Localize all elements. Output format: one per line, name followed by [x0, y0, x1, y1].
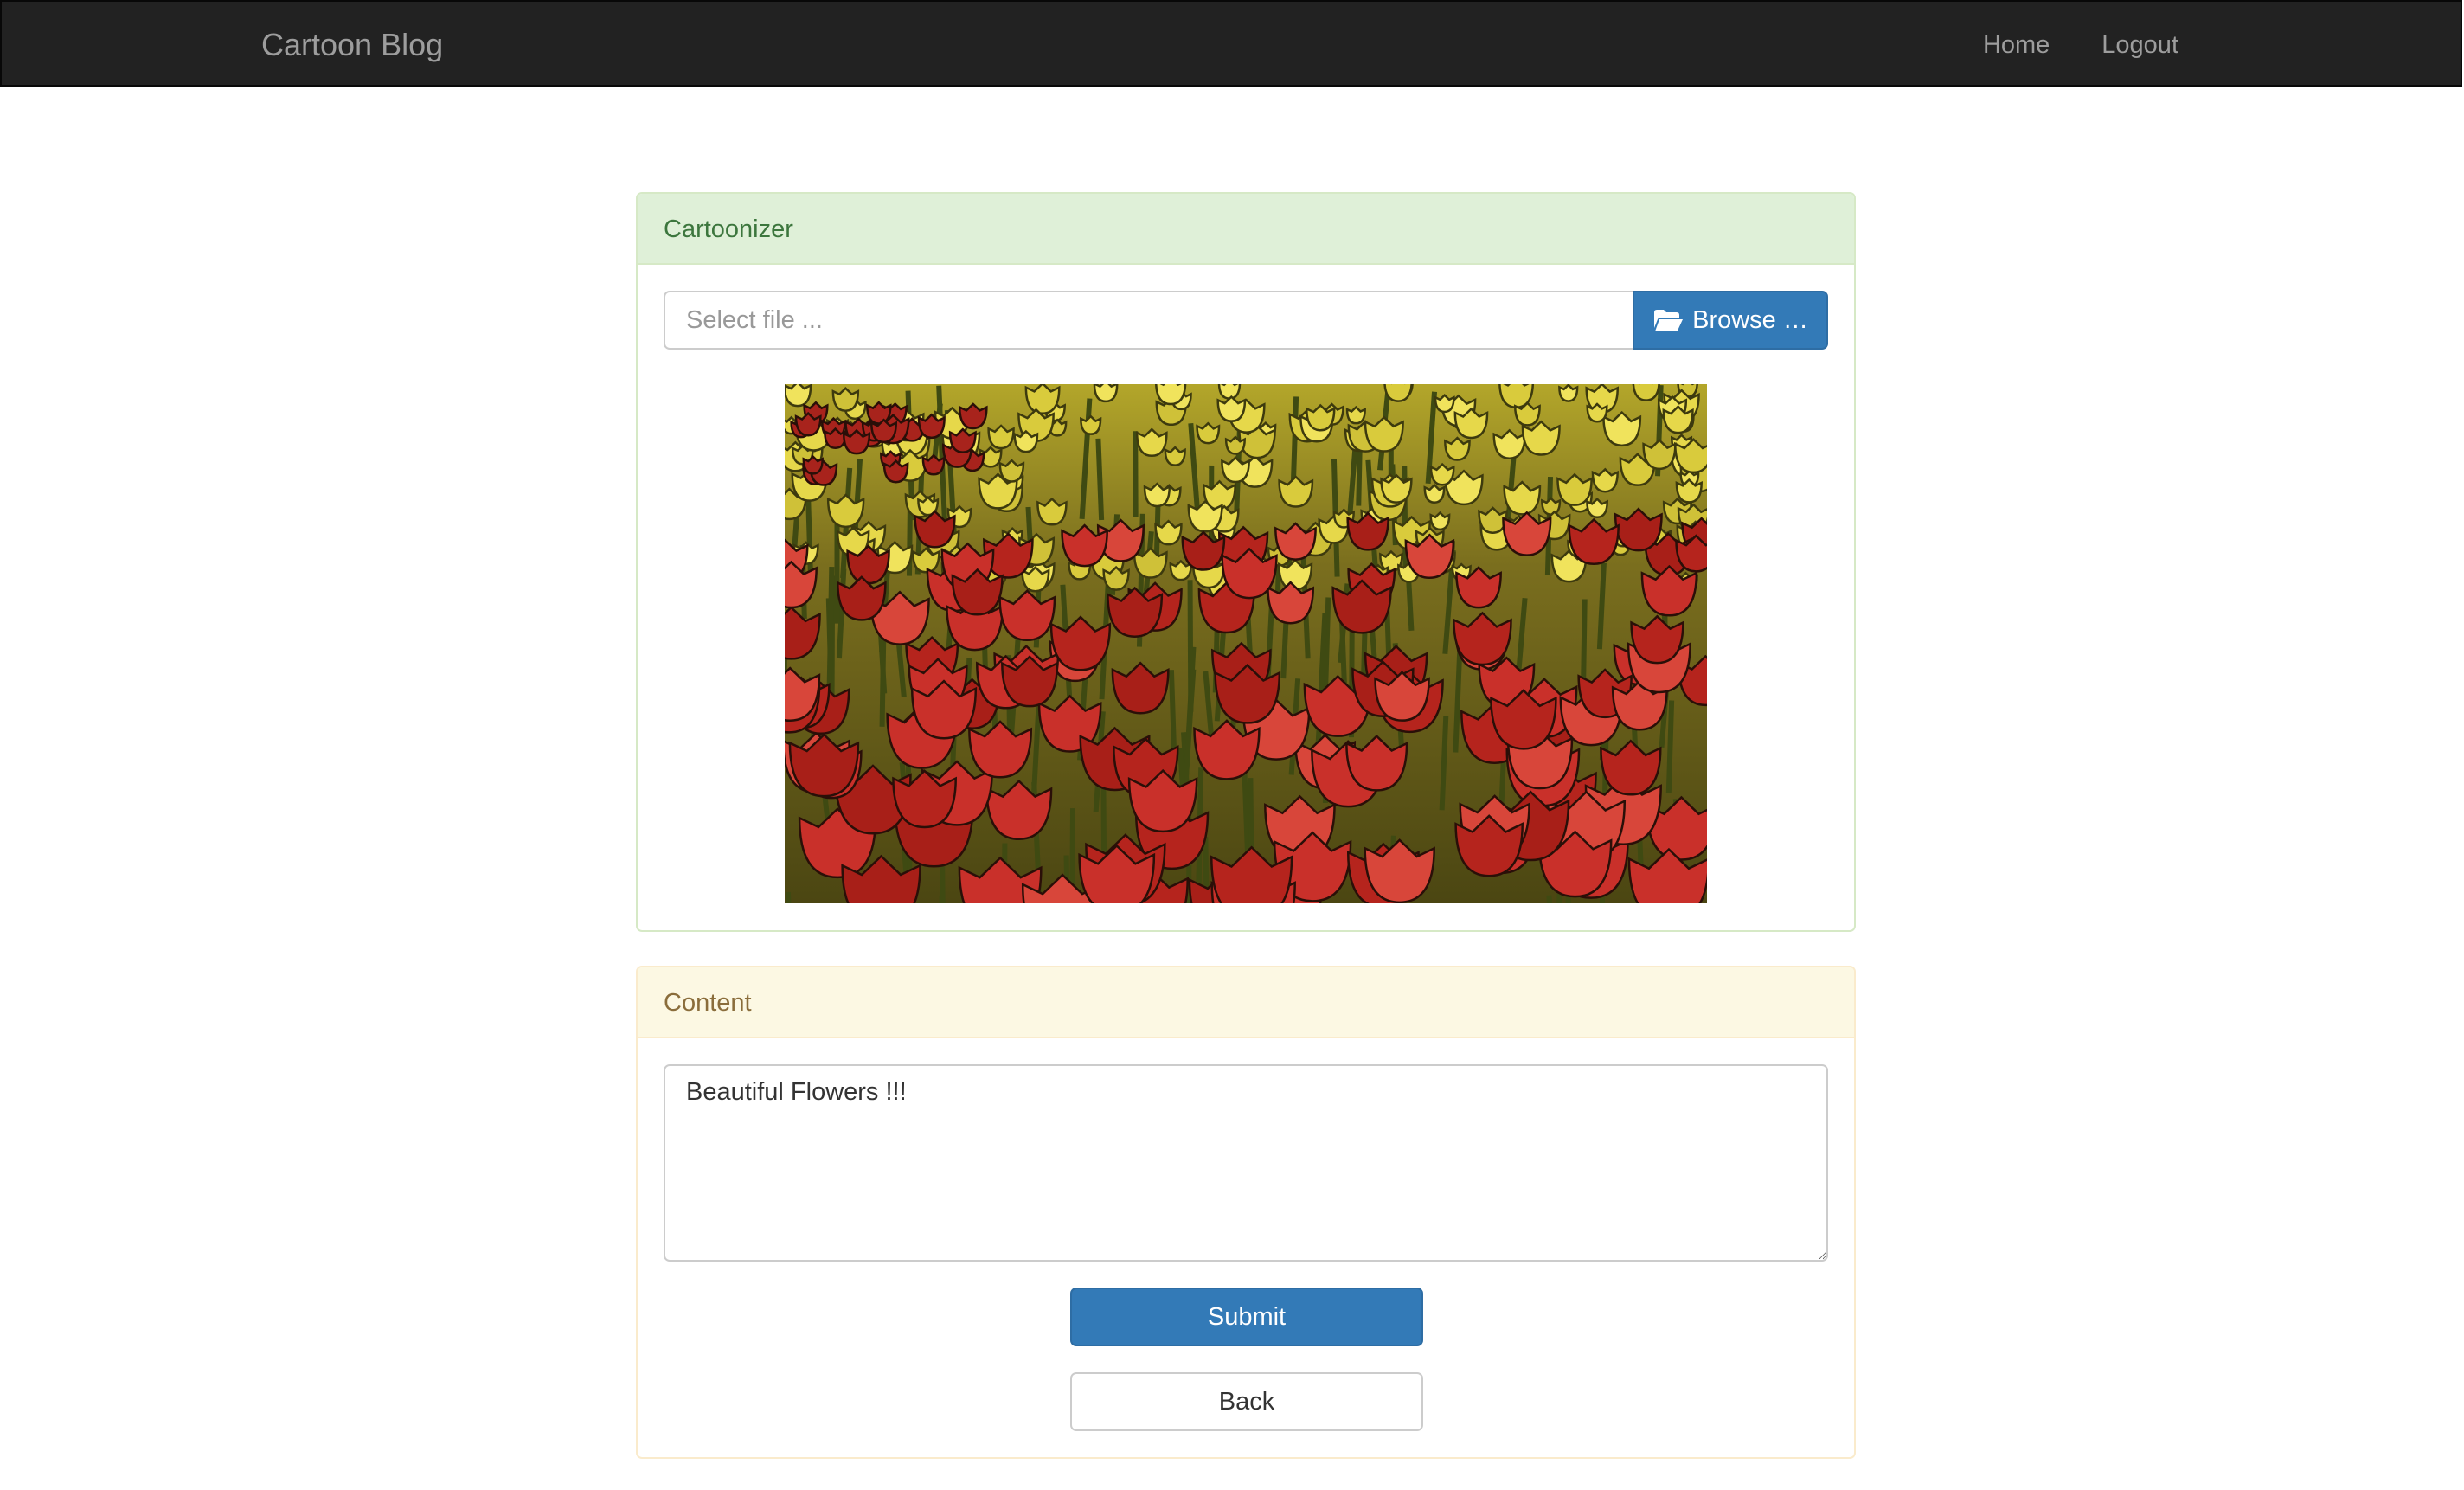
browse-button-label: Browse … — [1692, 305, 1808, 334]
top-navbar: Cartoon Blog Home Logout — [0, 0, 2462, 87]
submit-button[interactable]: Submit — [1070, 1288, 1423, 1346]
nav-logout-link[interactable]: Logout — [2076, 2, 2204, 88]
nav-links: Home Logout — [1957, 2, 2204, 88]
content-textarea[interactable] — [664, 1064, 1828, 1262]
content-heading: Content — [638, 967, 1854, 1038]
cartoon-image-preview — [785, 384, 1707, 903]
cartoonizer-panel: Cartoonizer Browse … — [636, 192, 1856, 932]
file-path-input[interactable] — [664, 291, 1633, 350]
browse-button[interactable]: Browse … — [1633, 291, 1828, 350]
folder-open-icon — [1654, 310, 1684, 331]
cartoonizer-heading: Cartoonizer — [638, 194, 1854, 265]
nav-home-link[interactable]: Home — [1957, 2, 2076, 88]
brand-link[interactable]: Cartoon Blog — [261, 2, 443, 88]
file-input-group: Browse … — [664, 291, 1828, 350]
back-button[interactable]: Back — [1070, 1372, 1423, 1431]
content-panel: Content Submit Back — [636, 966, 1856, 1459]
